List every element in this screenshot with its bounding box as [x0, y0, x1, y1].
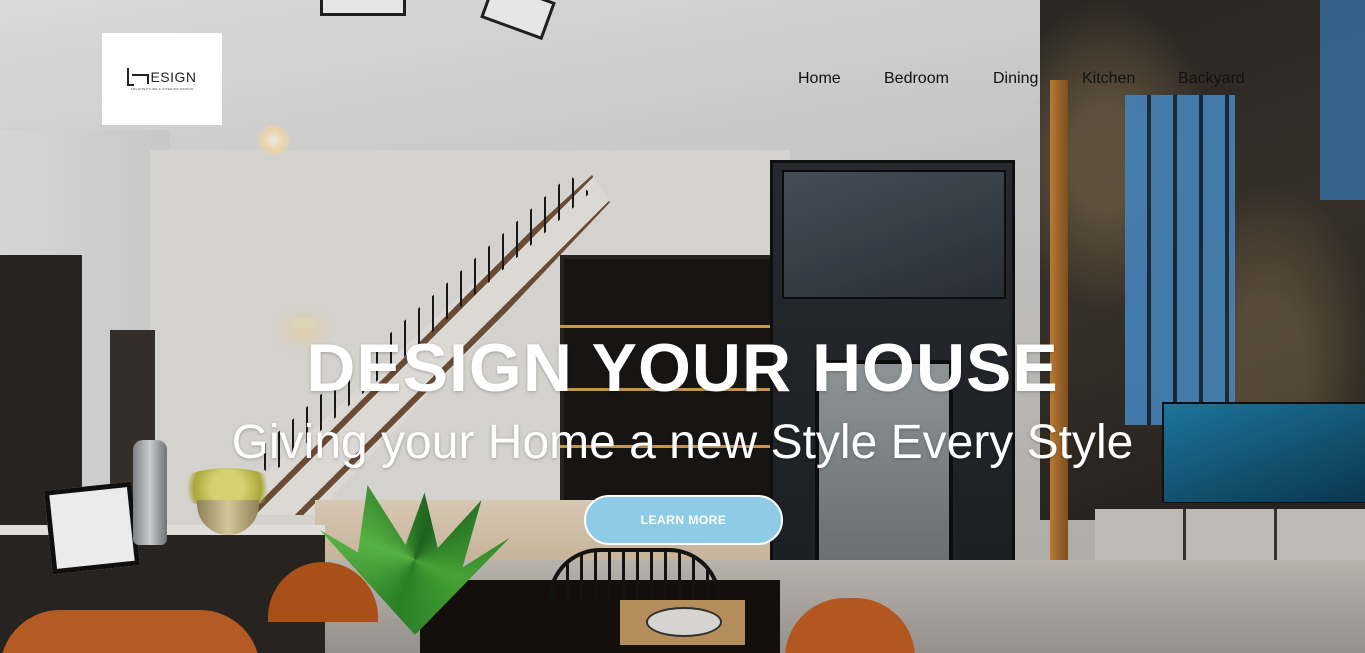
- learn-more-button[interactable]: LEARN MORE: [584, 495, 783, 545]
- logo-d-glyph-icon: [127, 67, 150, 86]
- logo-text: ESIGN: [150, 68, 197, 85]
- hero-subtitle: Giving your Home a new Style Every Style: [231, 416, 1134, 469]
- nav-link-kitchen[interactable]: Kitchen: [1082, 70, 1135, 88]
- nav-link-home[interactable]: Home: [798, 70, 841, 88]
- nav-link-dining[interactable]: Dining: [993, 70, 1038, 88]
- logo-mark: ESIGN: [127, 67, 197, 86]
- logo-tagline: ARCHITECTURE & INTERIOR DESIGN: [130, 86, 194, 91]
- nav-link-backyard[interactable]: Backyard: [1178, 70, 1245, 88]
- hero-title: DESIGN YOUR HOUSE: [306, 330, 1059, 406]
- site-logo[interactable]: ESIGN ARCHITECTURE & INTERIOR DESIGN: [102, 33, 222, 125]
- nav-link-bedroom[interactable]: Bedroom: [884, 70, 949, 88]
